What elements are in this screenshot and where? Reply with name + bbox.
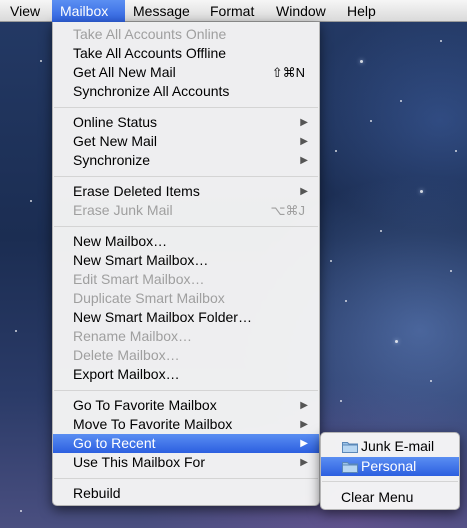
menu-item-use-this-mailbox-for[interactable]: Use This Mailbox For ▶ bbox=[53, 453, 319, 472]
star bbox=[345, 300, 347, 302]
menu-item-go-to-recent[interactable]: Go to Recent ▶ bbox=[53, 434, 319, 453]
star bbox=[450, 270, 452, 272]
submenu-arrow-icon: ▶ bbox=[300, 117, 308, 128]
star bbox=[400, 100, 402, 102]
star bbox=[420, 190, 423, 193]
menu-item-take-all-accounts-online[interactable]: Take All Accounts Online bbox=[53, 25, 319, 44]
menu-item-label: Get All New Mail bbox=[73, 64, 176, 80]
star bbox=[40, 60, 42, 62]
submenu-item-label: Junk E-mail bbox=[361, 438, 435, 454]
menu-item-label: Synchronize All Accounts bbox=[73, 83, 230, 99]
star bbox=[380, 230, 382, 232]
menu-bar: View Mailbox Message Format Window Help bbox=[0, 0, 467, 22]
star bbox=[330, 260, 332, 262]
menu-separator bbox=[54, 478, 318, 479]
menu-item-erase-deleted-items[interactable]: Erase Deleted Items ▶ bbox=[53, 182, 319, 201]
menu-item-label: Erase Deleted Items bbox=[73, 183, 200, 199]
menu-item-rename-mailbox[interactable]: Rename Mailbox… bbox=[53, 327, 319, 346]
menubar-item-mailbox[interactable]: Mailbox bbox=[52, 0, 125, 22]
menu-item-export-mailbox[interactable]: Export Mailbox… bbox=[53, 365, 319, 384]
menu-item-new-smart-mailbox[interactable]: New Smart Mailbox… bbox=[53, 251, 319, 270]
menu-item-take-all-accounts-offline[interactable]: Take All Accounts Offline bbox=[53, 44, 319, 63]
submenu-item-personal[interactable]: Personal bbox=[321, 457, 459, 476]
menu-separator bbox=[54, 176, 318, 177]
menu-item-go-to-favorite-mailbox[interactable]: Go To Favorite Mailbox ▶ bbox=[53, 396, 319, 415]
menu-item-label: New Mailbox… bbox=[73, 233, 168, 249]
star bbox=[440, 40, 442, 42]
menu-item-label: Edit Smart Mailbox… bbox=[73, 271, 205, 287]
menu-item-label: Go to Recent bbox=[73, 435, 156, 451]
menu-item-get-all-new-mail[interactable]: Get All New Mail ⇧⌘N bbox=[53, 63, 319, 82]
submenu-arrow-icon: ▶ bbox=[300, 186, 308, 197]
submenu-item-junk-email[interactable]: Junk E-mail bbox=[321, 437, 459, 456]
menu-item-synchronize-all-accounts[interactable]: Synchronize All Accounts bbox=[53, 82, 319, 101]
mailbox-menu: Take All Accounts Online Take All Accoun… bbox=[52, 22, 320, 506]
menu-separator bbox=[54, 390, 318, 391]
menu-item-rebuild[interactable]: Rebuild bbox=[53, 484, 319, 503]
star bbox=[370, 120, 372, 122]
star bbox=[15, 330, 17, 332]
menu-item-label: Rebuild bbox=[73, 485, 121, 501]
star bbox=[430, 380, 432, 382]
menu-separator bbox=[54, 107, 318, 108]
star bbox=[455, 150, 457, 152]
menu-item-new-mailbox[interactable]: New Mailbox… bbox=[53, 232, 319, 251]
menu-item-label: Move To Favorite Mailbox bbox=[73, 416, 233, 432]
menu-separator bbox=[322, 481, 458, 482]
menu-item-get-new-mail[interactable]: Get New Mail ▶ bbox=[53, 132, 319, 151]
submenu-item-clear-menu[interactable]: Clear Menu bbox=[321, 488, 459, 507]
menu-item-label: Online Status bbox=[73, 114, 158, 130]
menu-item-label: Duplicate Smart Mailbox bbox=[73, 290, 225, 306]
submenu-arrow-icon: ▶ bbox=[300, 438, 308, 449]
menu-item-synchronize[interactable]: Synchronize ▶ bbox=[53, 151, 319, 170]
star bbox=[360, 60, 363, 63]
menu-item-label: New Smart Mailbox Folder… bbox=[73, 309, 252, 325]
star bbox=[30, 200, 32, 202]
submenu-arrow-icon: ▶ bbox=[300, 136, 308, 147]
star bbox=[335, 150, 337, 152]
star bbox=[20, 510, 22, 512]
menu-item-label: Take All Accounts Offline bbox=[73, 45, 227, 61]
menu-item-duplicate-smart-mailbox[interactable]: Duplicate Smart Mailbox bbox=[53, 289, 319, 308]
menu-item-delete-mailbox[interactable]: Delete Mailbox… bbox=[53, 346, 319, 365]
submenu-arrow-icon: ▶ bbox=[300, 155, 308, 166]
menu-item-label: Erase Junk Mail bbox=[73, 202, 173, 218]
menu-item-label: Use This Mailbox For bbox=[73, 454, 206, 470]
menubar-item-message[interactable]: Message bbox=[125, 0, 198, 22]
submenu-item-label: Clear Menu bbox=[341, 489, 414, 505]
menubar-item-format[interactable]: Format bbox=[202, 0, 262, 22]
menu-separator bbox=[54, 226, 318, 227]
menu-item-edit-smart-mailbox[interactable]: Edit Smart Mailbox… bbox=[53, 270, 319, 289]
keyboard-shortcut: ⇧⌘N bbox=[271, 65, 305, 80]
submenu-arrow-icon: ▶ bbox=[300, 457, 308, 468]
submenu-arrow-icon: ▶ bbox=[300, 400, 308, 411]
menu-item-erase-junk-mail[interactable]: Erase Junk Mail ⌥⌘J bbox=[53, 201, 319, 220]
menu-item-label: Go To Favorite Mailbox bbox=[73, 397, 217, 413]
submenu-item-label: Personal bbox=[361, 458, 417, 474]
menu-item-label: Delete Mailbox… bbox=[73, 347, 180, 363]
menu-item-label: Get New Mail bbox=[73, 133, 158, 149]
menu-item-label: Rename Mailbox… bbox=[73, 328, 193, 344]
star bbox=[395, 340, 398, 343]
go-to-recent-submenu: Junk E-mail Personal Clear Menu bbox=[320, 432, 460, 510]
menu-item-move-to-favorite-mailbox[interactable]: Move To Favorite Mailbox ▶ bbox=[53, 415, 319, 434]
menubar-item-help[interactable]: Help bbox=[339, 0, 384, 22]
menubar-item-view[interactable]: View bbox=[2, 0, 48, 22]
keyboard-shortcut: ⌥⌘J bbox=[270, 203, 305, 218]
folder-icon bbox=[342, 442, 358, 453]
menu-item-label: Take All Accounts Online bbox=[73, 26, 227, 42]
folder-icon bbox=[342, 462, 358, 473]
menubar-item-window[interactable]: Window bbox=[268, 0, 334, 22]
menu-item-online-status[interactable]: Online Status ▶ bbox=[53, 113, 319, 132]
menu-item-label: New Smart Mailbox… bbox=[73, 252, 209, 268]
menu-item-label: Export Mailbox… bbox=[73, 366, 180, 382]
menu-item-label: Synchronize bbox=[73, 152, 151, 168]
menu-item-new-smart-mailbox-folder[interactable]: New Smart Mailbox Folder… bbox=[53, 308, 319, 327]
submenu-arrow-icon: ▶ bbox=[300, 419, 308, 430]
star bbox=[340, 400, 342, 402]
